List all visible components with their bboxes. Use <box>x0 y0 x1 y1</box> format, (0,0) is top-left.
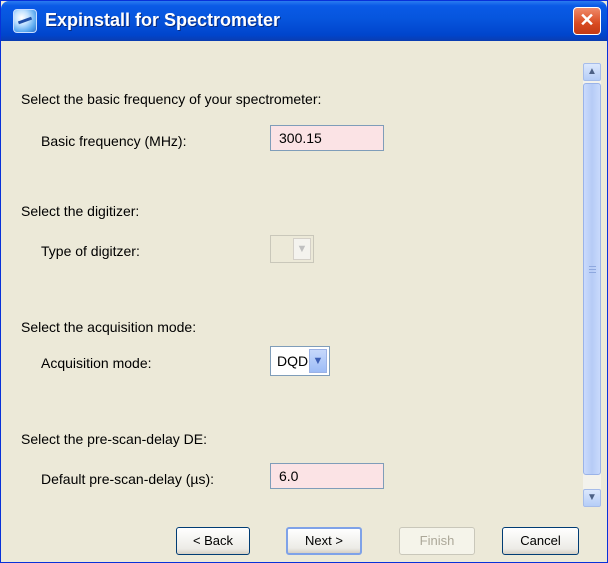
dialog-window: Expinstall for Spectrometer ✕ Select the… <box>0 0 608 563</box>
close-button[interactable]: ✕ <box>573 7 601 35</box>
chevron-down-icon: ▼ <box>293 238 311 260</box>
digitizer-heading: Select the digitizer: <box>21 203 140 219</box>
acquisition-mode-heading: Select the acquisition mode: <box>21 319 197 335</box>
cancel-button[interactable]: Cancel <box>502 527 579 555</box>
chevron-up-icon[interactable]: ▲ <box>583 63 601 81</box>
window-title: Expinstall for Spectrometer <box>45 10 281 30</box>
button-bar: < Back Next > Finish Cancel <box>1 511 607 561</box>
digitizer-label: Type of digitzer: <box>41 243 140 259</box>
next-button[interactable]: Next > <box>286 527 362 555</box>
basic-frequency-heading: Select the basic frequency of your spect… <box>21 91 322 107</box>
acquisition-mode-label: Acquisition mode: <box>41 355 152 371</box>
chevron-down-icon[interactable]: ▼ <box>583 489 601 507</box>
pre-scan-delay-heading: Select the pre-scan-delay DE: <box>21 431 207 447</box>
pre-scan-delay-input[interactable]: 6.0 <box>270 463 384 489</box>
back-button[interactable]: < Back <box>176 527 250 555</box>
grip-icon <box>589 266 596 274</box>
settings-panel: Select the basic frequency of your spect… <box>5 43 581 505</box>
vertical-scrollbar[interactable]: ▲ ▼ <box>583 63 601 507</box>
basic-frequency-label: Basic frequency (MHz): <box>41 133 187 149</box>
scroll-thumb[interactable] <box>583 83 601 475</box>
finish-button: Finish <box>399 527 475 555</box>
pre-scan-delay-label: Default pre-scan-delay (µs): <box>41 471 215 487</box>
chevron-down-icon[interactable]: ▼ <box>309 349 327 373</box>
spectrometer-app-icon <box>13 9 37 33</box>
acquisition-mode-value: DQD <box>277 353 309 369</box>
acquisition-mode-select[interactable]: DQD ▼ <box>270 346 330 376</box>
basic-frequency-input[interactable]: 300.15 <box>270 125 384 151</box>
digitizer-select: ▼ <box>270 235 314 263</box>
title-bar[interactable]: Expinstall for Spectrometer ✕ <box>1 1 607 41</box>
